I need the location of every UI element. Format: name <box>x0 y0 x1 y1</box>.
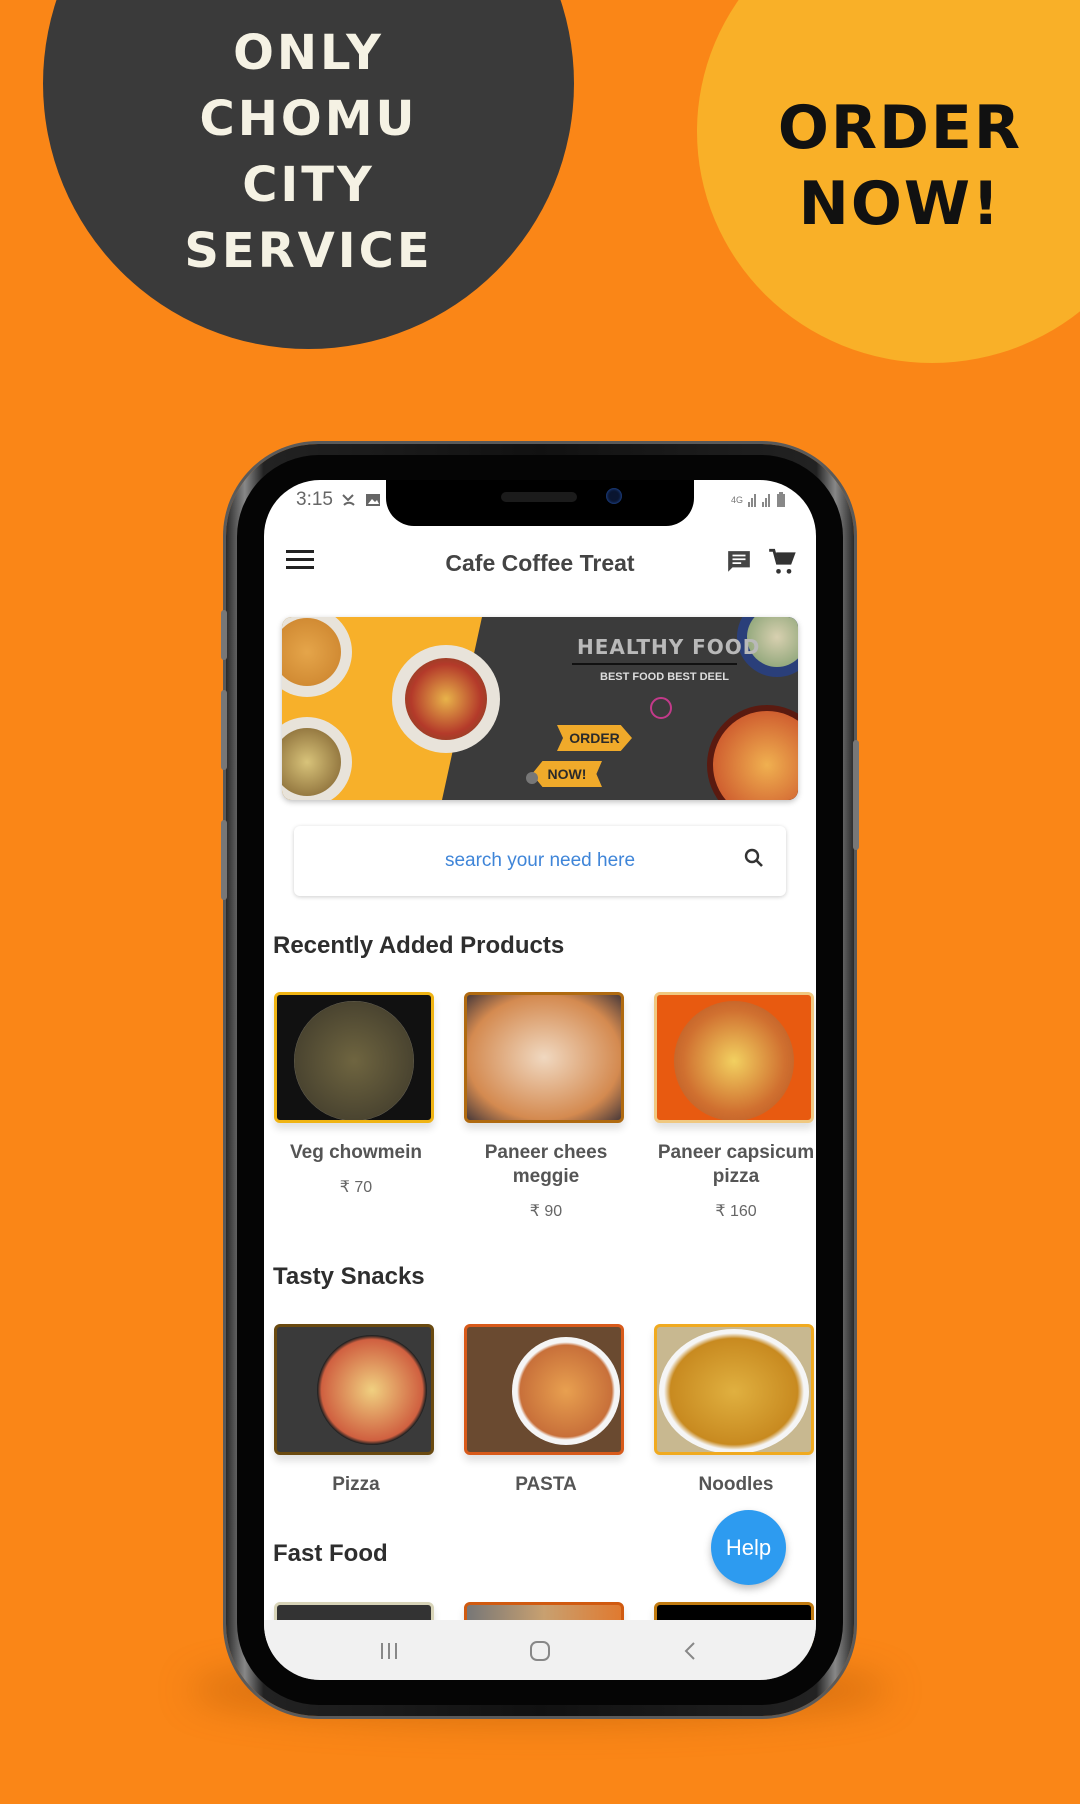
product-image <box>654 992 814 1123</box>
promo-text-city-service: ONLY CHOMU CITY SERVICE <box>43 20 574 284</box>
product-image <box>274 992 434 1123</box>
system-nav-bar <box>264 1620 816 1680</box>
help-button[interactable]: Help <box>711 1510 786 1585</box>
category-image <box>464 1324 624 1455</box>
category-image <box>274 1324 434 1455</box>
speaker-grill <box>501 492 577 502</box>
promo-banner-carousel[interactable]: HEALTHY FOOD BEST FOOD BEST DEEL ORDER N… <box>282 617 798 800</box>
section-title-recently-added: Recently Added Products <box>273 932 565 959</box>
back-icon[interactable] <box>675 1638 705 1664</box>
category-card[interactable]: Noodles <box>654 1324 816 1497</box>
brand-logo-icon <box>650 697 672 719</box>
banner-divider <box>572 663 737 665</box>
product-name: Paneer chees meggie <box>484 1142 608 1187</box>
category-name: Pizza <box>332 1474 380 1495</box>
category-name: PASTA <box>515 1474 577 1495</box>
cart-icon[interactable] <box>768 548 796 576</box>
phone-notch <box>386 480 694 526</box>
banner-sign-order: ORDER <box>557 725 632 751</box>
banner-title: HEALTHY FOOD <box>577 635 761 659</box>
product-card[interactable]: Veg chowmein ₹ 70 <box>274 992 438 1197</box>
product-name: Paneer capsicum pizza <box>657 1142 815 1187</box>
signal-icon <box>762 493 771 507</box>
network-type: 4G <box>730 495 743 505</box>
recent-apps-icon[interactable] <box>374 1638 404 1664</box>
product-price: ₹ 70 <box>339 1179 373 1196</box>
category-card[interactable]: PASTA <box>464 1324 628 1497</box>
home-icon[interactable] <box>525 1638 555 1664</box>
section-title-fast-food: Fast Food <box>273 1540 388 1567</box>
promo-line: CHOMU <box>199 91 418 147</box>
product-price: ₹ 90 <box>529 1203 563 1220</box>
status-bar-right: 4G <box>731 492 786 508</box>
category-card[interactable]: Pizza <box>274 1324 438 1497</box>
promo-text-order-now: ORDER NOW! <box>760 90 1040 242</box>
status-bar-left: 3:15 <box>296 489 381 511</box>
front-camera <box>606 488 622 504</box>
product-card[interactable]: Paneer chees meggie ₹ 90 <box>464 992 628 1221</box>
product-card[interactable]: Paneer capsicum pizza ₹ 160 <box>654 992 816 1221</box>
food-plate-image <box>392 645 500 753</box>
promo-line: ONLY <box>233 25 384 81</box>
phone-screen: 3:15 4G Cafe Coffee Treat HEALTHY FOOD B… <box>264 480 816 1680</box>
search-input[interactable]: search your need here <box>294 826 786 896</box>
signal-icon <box>748 493 757 507</box>
product-image <box>464 992 624 1123</box>
missed-call-icon <box>342 494 355 506</box>
promo-line: CITY <box>242 157 375 213</box>
promo-line: NOW! <box>798 169 1002 239</box>
carousel-indicator[interactable] <box>526 772 538 784</box>
search-icon[interactable] <box>742 846 766 870</box>
search-placeholder: search your need here <box>444 850 636 871</box>
phone-side-button <box>221 820 227 900</box>
promo-line: SERVICE <box>184 223 433 279</box>
pizza-image <box>707 705 798 800</box>
section-title-tasty-snacks: Tasty Snacks <box>273 1263 425 1290</box>
status-time: 3:15 <box>296 489 333 510</box>
app-bar: Cafe Coffee Treat <box>264 536 816 596</box>
category-image <box>654 1324 814 1455</box>
battery-icon <box>777 492 785 507</box>
category-name: Noodles <box>698 1474 774 1495</box>
product-price: ₹ 160 <box>715 1203 757 1220</box>
product-name: Veg chowmein <box>290 1142 422 1163</box>
phone-volume-button <box>221 690 227 770</box>
banner-subtitle: BEST FOOD BEST DEEL <box>600 671 729 683</box>
phone-power-button <box>853 740 859 850</box>
chat-icon[interactable] <box>726 548 752 576</box>
gallery-icon <box>365 494 380 506</box>
phone-volume-button <box>221 610 227 660</box>
banner-sign-now: NOW! <box>532 761 602 787</box>
promo-line: ORDER <box>777 93 1023 163</box>
